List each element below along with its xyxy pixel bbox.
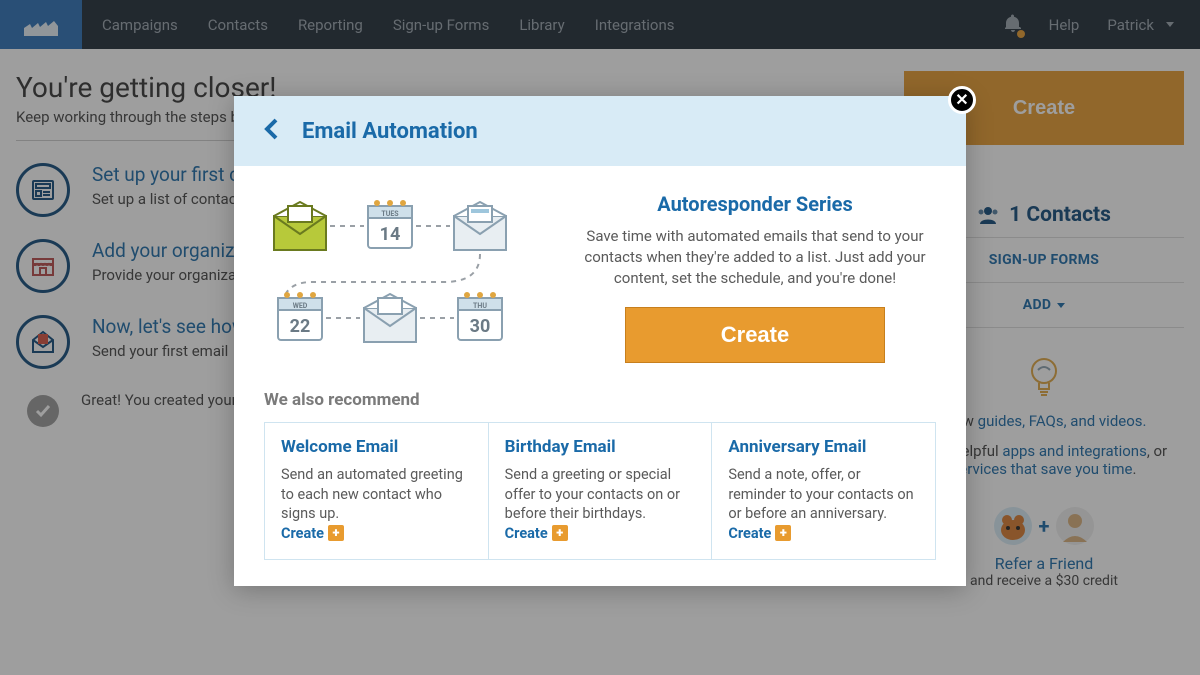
recommend-row: Welcome Email Send an automated greeting… [234,422,966,586]
svg-text:30: 30 [470,316,491,337]
card-create-link[interactable]: Create + [505,524,568,544]
card-create-link[interactable]: Create + [728,524,791,544]
email-automation-modal: ✕ Email Automation TUES [234,96,966,586]
autoresponder-card: Autoresponder Series Save time with auto… [574,192,936,372]
card-body: Send an automated greeting to each new c… [281,466,463,522]
recommend-heading: We also recommend [234,382,966,422]
recommend-welcome: Welcome Email Send an automated greeting… [264,422,489,560]
card-title: Welcome Email [281,437,472,457]
card-create-link[interactable]: Create + [281,524,344,544]
plus-icon: + [328,525,344,541]
autoresponder-desc: Save time with automated emails that sen… [574,226,936,289]
plus-icon: + [552,525,568,541]
autoresponder-title: Autoresponder Series [574,192,936,216]
svg-text:14: 14 [380,224,401,245]
automation-illustration: TUES 14 WED [264,192,554,372]
plus-icon: + [775,525,791,541]
svg-text:TUES: TUES [381,210,399,218]
back-icon[interactable] [264,118,280,144]
close-icon[interactable]: ✕ [948,86,976,114]
svg-text:22: 22 [290,316,311,337]
svg-text:THU: THU [473,302,487,310]
card-body: Send a note, offer, or reminder to your … [728,466,913,522]
recommend-birthday: Birthday Email Send a greeting or specia… [489,422,713,560]
svg-text:WED: WED [293,302,308,310]
card-body: Send a greeting or special offer to your… [505,466,680,522]
autoresponder-create-button[interactable]: Create [625,307,885,363]
modal-title: Email Automation [302,119,478,144]
recommend-anniversary: Anniversary Email Send a note, offer, or… [712,422,936,560]
modal-header: Email Automation [234,96,966,166]
card-title: Anniversary Email [728,437,919,457]
card-title: Birthday Email [505,437,696,457]
